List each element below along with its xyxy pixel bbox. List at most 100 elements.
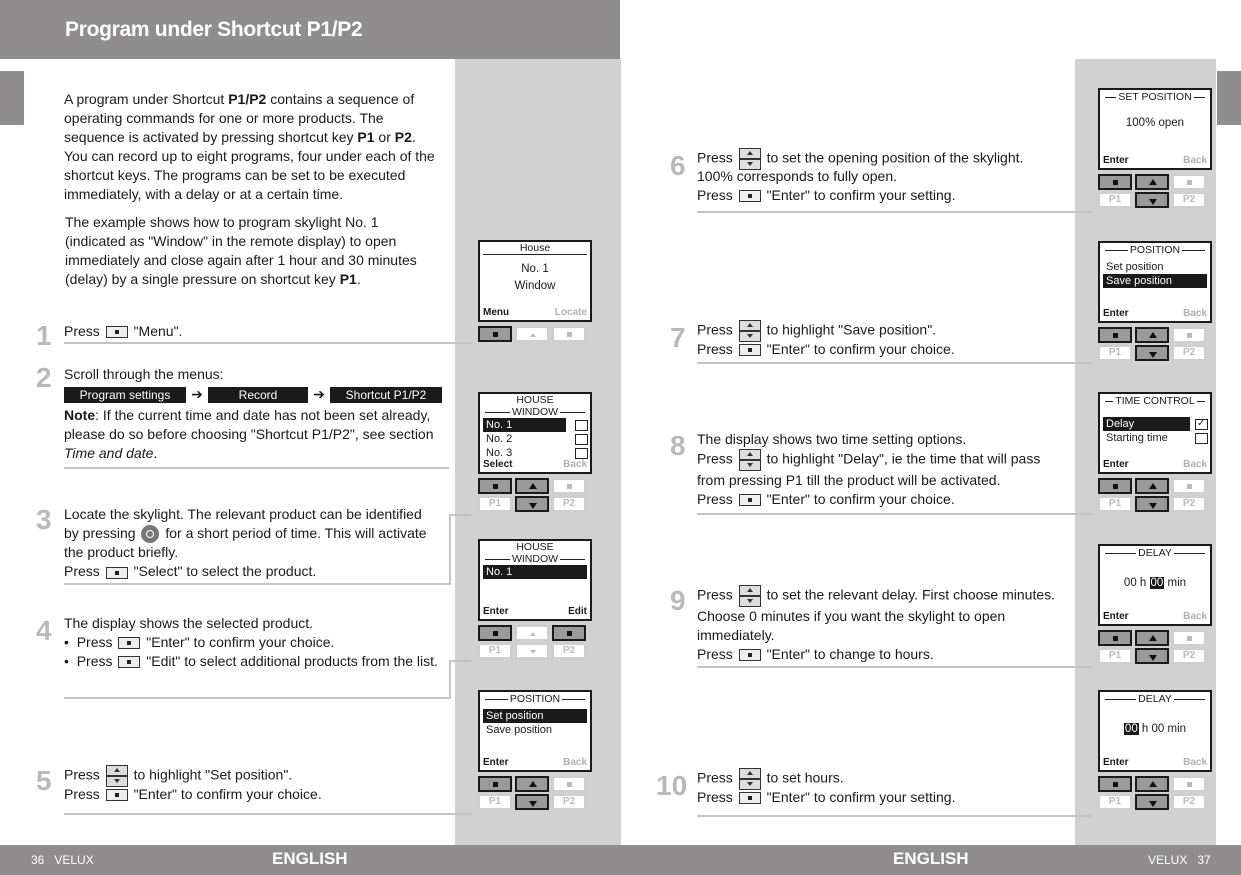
p1-button[interactable]: P1 xyxy=(1098,496,1132,512)
list-item[interactable]: No. 1 xyxy=(483,418,588,432)
select-key-icon xyxy=(738,190,761,203)
down-button[interactable] xyxy=(515,643,549,659)
list-item[interactable]: Save position xyxy=(483,723,587,737)
p2-button[interactable]: P2 xyxy=(1172,648,1206,664)
p2-label: P2 xyxy=(1182,796,1196,807)
remote-display-selected-product: HOUSE WINDOW No. 1 Enter Edit P1 P2 xyxy=(478,539,592,659)
p1-button[interactable]: P1 xyxy=(478,496,512,512)
left-softkey-button[interactable] xyxy=(478,326,512,342)
intro-bold: P1 xyxy=(339,271,357,287)
left-softkey-button[interactable] xyxy=(478,776,512,792)
p1-button[interactable]: P1 xyxy=(1098,192,1132,208)
p2-button[interactable]: P2 xyxy=(1172,794,1206,810)
checkbox[interactable] xyxy=(575,420,588,431)
down-button[interactable] xyxy=(1135,794,1169,810)
up-button[interactable] xyxy=(1135,776,1169,792)
left-softkey-button[interactable] xyxy=(1098,327,1132,343)
up-button[interactable] xyxy=(1135,630,1169,646)
p2-label: P2 xyxy=(562,498,576,509)
p1-button[interactable]: P1 xyxy=(478,794,512,810)
checkbox-checked[interactable] xyxy=(1195,417,1208,431)
softkey-right-label: Back xyxy=(563,757,587,768)
up-button[interactable] xyxy=(1135,174,1169,190)
p1-button[interactable]: P1 xyxy=(478,643,512,659)
connector-line xyxy=(449,660,471,662)
lcd-screen: DELAY 00 h 00 min Enter Back xyxy=(1098,544,1212,626)
p1-button[interactable]: P1 xyxy=(1098,345,1132,361)
screen-subtitle: WINDOW xyxy=(480,406,590,418)
remote-display-position-save: POSITION Set position Save position Ente… xyxy=(1098,241,1212,361)
left-softkey-button[interactable] xyxy=(1098,630,1132,646)
p2-button[interactable]: P2 xyxy=(1172,496,1206,512)
step-text: to set the opening position of the skyli… xyxy=(766,149,1024,166)
step-text: "Enter" to confirm your choice. xyxy=(146,634,335,650)
softkey-left-label: Enter xyxy=(483,606,509,617)
left-softkey-button[interactable] xyxy=(1098,776,1132,792)
up-button[interactable] xyxy=(515,625,549,641)
left-softkey-button[interactable] xyxy=(478,625,512,641)
delay-hours-active[interactable]: 00 xyxy=(1123,723,1139,735)
down-button[interactable] xyxy=(515,496,549,512)
p2-button[interactable]: P2 xyxy=(1172,192,1206,208)
left-softkey-button[interactable] xyxy=(1098,478,1132,494)
p1-button[interactable]: P1 xyxy=(1098,648,1132,664)
footer-language-left: ENGLISH xyxy=(272,849,348,868)
up-button[interactable] xyxy=(515,776,549,792)
right-softkey-button[interactable] xyxy=(1172,776,1206,792)
right-softkey-button[interactable] xyxy=(1172,630,1206,646)
down-button[interactable] xyxy=(1135,648,1169,664)
up-button[interactable] xyxy=(515,478,549,494)
down-button[interactable] xyxy=(1135,192,1169,208)
footer-page-right: VELUX 37 xyxy=(1148,853,1211,867)
checkbox[interactable] xyxy=(575,448,588,459)
right-softkey-button[interactable] xyxy=(552,326,586,342)
screen-subtitle-text: TIME CONTROL xyxy=(1115,395,1195,407)
right-softkey-button[interactable] xyxy=(552,478,586,494)
p2-button[interactable]: P2 xyxy=(552,643,586,659)
checkbox[interactable] xyxy=(575,434,588,445)
list-item-label: No. 1 xyxy=(486,419,513,431)
checkbox[interactable] xyxy=(1195,433,1208,444)
right-softkey-button[interactable] xyxy=(1172,478,1206,494)
step-1-text: Press "Menu". xyxy=(64,322,182,341)
up-button[interactable] xyxy=(515,326,549,342)
list-item[interactable]: Starting time xyxy=(1103,431,1208,445)
delay-hours[interactable]: 00 xyxy=(1124,577,1137,589)
delay-minutes[interactable]: 00 xyxy=(1152,723,1165,735)
step-3-connector xyxy=(64,514,451,585)
select-key-icon xyxy=(738,494,761,507)
right-softkey-button[interactable] xyxy=(1172,327,1206,343)
delay-minutes-active[interactable]: 00 xyxy=(1149,577,1165,589)
right-softkey-button[interactable] xyxy=(1172,174,1206,190)
remote-display-delay-minutes: DELAY 00 h 00 min Enter Back P1 P2 xyxy=(1098,544,1212,664)
list-item[interactable]: No. 2 xyxy=(483,432,588,446)
up-button[interactable] xyxy=(1135,327,1169,343)
select-key-icon xyxy=(738,792,761,805)
lcd-screen: DELAY 00 h 00 min Enter Back xyxy=(1098,690,1212,772)
list-item[interactable]: Set position xyxy=(483,709,587,723)
list-item[interactable]: Delay xyxy=(1103,417,1208,431)
screen-subtitle-text: DELAY xyxy=(1138,693,1172,705)
up-button[interactable] xyxy=(1135,478,1169,494)
left-softkey-button[interactable] xyxy=(1098,174,1132,190)
step-text: "Enter" to confirm your choice. xyxy=(766,341,955,357)
list-item[interactable]: No. 3 xyxy=(483,446,588,460)
down-button[interactable] xyxy=(1135,345,1169,361)
down-button[interactable] xyxy=(515,794,549,810)
list-item[interactable]: Save position xyxy=(1103,274,1207,288)
note-text: . xyxy=(153,445,158,461)
list-item-label: Delay xyxy=(1106,418,1135,430)
p2-button[interactable]: P2 xyxy=(552,496,586,512)
p2-button[interactable]: P2 xyxy=(1172,345,1206,361)
p2-button[interactable]: P2 xyxy=(552,794,586,810)
down-button[interactable] xyxy=(1135,496,1169,512)
minutes-unit: min xyxy=(1167,723,1187,735)
right-softkey-button[interactable] xyxy=(552,776,586,792)
left-softkey-button[interactable] xyxy=(478,478,512,494)
screen-subtitle: DELAY xyxy=(1100,547,1210,559)
p1-button[interactable]: P1 xyxy=(1098,794,1132,810)
list-item[interactable]: No. 1 xyxy=(483,565,587,579)
up-down-key-icon xyxy=(738,449,761,471)
list-item[interactable]: Set position xyxy=(1103,260,1207,274)
right-softkey-button[interactable] xyxy=(552,625,586,641)
